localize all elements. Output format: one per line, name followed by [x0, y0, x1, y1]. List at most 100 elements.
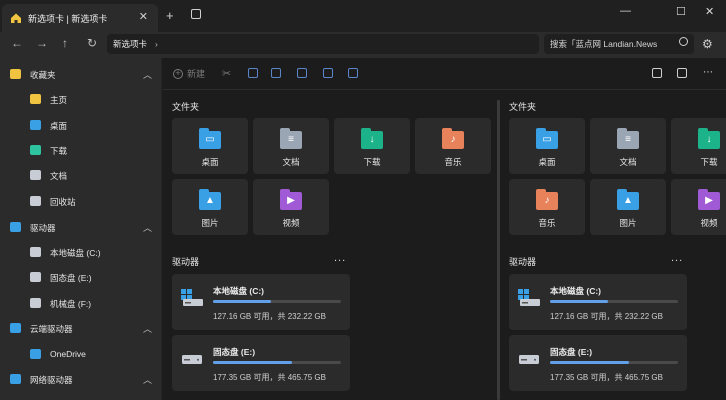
folder-tile[interactable]: ↓ 下载 [671, 118, 726, 174]
folder-glyph: ▶ [287, 195, 295, 206]
minimize-button[interactable]: — [620, 5, 631, 17]
tab-close-icon[interactable]: ✕ [139, 10, 148, 23]
sidebar-item-label: 下载 [50, 146, 68, 156]
sidebar-item[interactable]: 桌面 [0, 113, 162, 137]
maximize-button[interactable]: ☐ [676, 5, 686, 18]
tab-new-tab[interactable]: 新选项卡 | 新选项卡 ✕ [2, 4, 158, 32]
folder-tile[interactable]: ↓ 下载 [334, 118, 410, 174]
drive-card[interactable]: 固态盘 (E:) 177.35 GB 可用，共 465.75 GB [172, 335, 350, 391]
folder-label: 视频 [282, 218, 300, 228]
home-icon [11, 13, 21, 23]
folder-tile[interactable]: ▭ 桌面 [172, 118, 248, 174]
close-window-button[interactable]: ✕ [705, 5, 714, 18]
sidebar-item[interactable]: 机械盘 (F:) [0, 291, 162, 315]
folder-label: 音乐 [538, 218, 556, 228]
drive-space-text: 127.16 GB 可用，共 232.22 GB [550, 312, 663, 321]
sidebar-item[interactable]: 本地磁盘 (C:) [0, 240, 162, 264]
drive-icon [518, 350, 540, 368]
search-placeholder: 搜索「蓝点网 Landian.News [550, 39, 658, 49]
sidebar-item[interactable]: 固态盘 (E:) [0, 265, 162, 289]
downloads-folder-icon: ↓ [361, 128, 383, 149]
sidebar-item[interactable]: 下载 [0, 138, 162, 162]
sidebar-item-label: 网络驱动器 [30, 375, 73, 385]
documents-folder-icon: ≡ [280, 128, 302, 149]
drive-usage-fill [213, 300, 271, 303]
sidebar-item[interactable]: 驱动器 ︿ [0, 215, 162, 239]
folder-tile[interactable]: ≡ 文档 [590, 118, 666, 174]
folders-section-title: 文件夹 [172, 102, 200, 112]
file-pane: 文件夹 ▭ 桌面 ≡ 文档 ↓ 下载 ♪ 音乐 ▲ 图片 ▶ 视频 驱动器... 本地磁盘 (C:) 127.… [509, 58, 726, 400]
sidebar-item[interactable]: 网络驱动器 ︿ [0, 367, 162, 391]
music-folder-icon: ♪ [536, 189, 558, 210]
folder-glyph: ▭ [205, 134, 215, 145]
title-bar: 新选项卡 | 新选项卡 ✕ + — ☐ ✕ [0, 0, 726, 32]
folder-tile[interactable]: ▶ 视频 [253, 179, 329, 235]
folder-tile[interactable]: ▲ 图片 [172, 179, 248, 235]
folder-glyph: ↓ [706, 134, 712, 145]
drive-usage-bar [213, 361, 341, 364]
drives-more-button[interactable]: ... [334, 252, 346, 264]
folder-glyph: ↓ [369, 134, 375, 145]
address-bar[interactable]: 新选项卡 › [107, 34, 539, 54]
drive-name: 本地磁盘 (C:) [213, 286, 264, 296]
pictures-folder-icon: ▲ [617, 189, 639, 210]
drive-space-text: 177.35 GB 可用，共 465.75 GB [213, 373, 326, 382]
folder-label: 图片 [619, 218, 637, 228]
refresh-button[interactable]: ↻ [87, 36, 97, 50]
drives-section-title: 驱动器 [509, 257, 537, 267]
drive-usage-fill [550, 361, 630, 364]
chevron-up-icon[interactable]: ︿ [143, 373, 152, 386]
drive-usage-fill [550, 300, 608, 303]
document-icon [30, 170, 41, 180]
sidebar-item-label: 桌面 [50, 121, 68, 131]
back-button[interactable]: ← [11, 36, 23, 50]
forward-button[interactable]: → [36, 36, 48, 50]
documents-folder-icon: ≡ [617, 128, 639, 149]
navigation-bar: ← → ↑ ↻ 新选项卡 › 搜索「蓝点网 Landian.News ⚙ [0, 32, 726, 58]
chevron-up-icon[interactable]: ︿ [143, 322, 152, 335]
windows-drive-icon [181, 289, 203, 307]
main-content: + 新建 ✂ ⋯ 文件夹 ▭ 桌面 ≡ 文档 ↓ 下载 ♪ 音乐 ▲ 图片 ▶ 视频 驱动器... 本地磁盘… [163, 58, 726, 400]
search-icon[interactable] [679, 37, 688, 46]
breadcrumb[interactable]: 新选项卡 [113, 38, 147, 50]
folder-tile[interactable]: ♪ 音乐 [415, 118, 491, 174]
folder-tile[interactable]: ▭ 桌面 [509, 118, 585, 174]
sidebar-item[interactable]: 主页 [0, 87, 162, 111]
videos-folder-icon: ▶ [280, 189, 302, 210]
sidebar-item[interactable]: 文档 [0, 163, 162, 187]
sidebar-item-label: 云端驱动器 [30, 324, 73, 334]
drive-icon [30, 298, 41, 308]
recycle-bin-icon [30, 196, 41, 206]
drive-card[interactable]: 本地磁盘 (C:) 127.16 GB 可用，共 232.22 GB [509, 274, 687, 330]
settings-gear-icon[interactable]: ⚙ [702, 37, 713, 51]
folder-glyph: ♪ [450, 134, 456, 145]
desktop-folder-icon: ▭ [199, 128, 221, 149]
sidebar-item[interactable]: 回收站 [0, 189, 162, 213]
folder-label: 音乐 [444, 157, 462, 167]
sidebar-item[interactable]: 云端驱动器 ︿ [0, 316, 162, 340]
sidebar-item[interactable]: 收藏夹 ︿ [0, 62, 162, 86]
folder-tile[interactable]: ▲ 图片 [590, 179, 666, 235]
home-icon [30, 94, 41, 104]
folder-tile[interactable]: ≡ 文档 [253, 118, 329, 174]
folder-label: 图片 [201, 218, 219, 228]
folder-label: 桌面 [538, 157, 556, 167]
drives-more-button[interactable]: ... [671, 252, 683, 264]
folder-tile[interactable]: ▶ 视频 [671, 179, 726, 235]
sidebar-item[interactable]: OneDrive [0, 342, 162, 366]
chevron-up-icon[interactable]: ︿ [143, 68, 152, 81]
tab-list-icon[interactable] [191, 9, 201, 19]
drive-card[interactable]: 固态盘 (E:) 177.35 GB 可用，共 465.75 GB [509, 335, 687, 391]
download-icon [30, 145, 41, 155]
chevron-up-icon[interactable]: ︿ [143, 221, 152, 234]
drive-card[interactable]: 本地磁盘 (C:) 127.16 GB 可用，共 232.22 GB [172, 274, 350, 330]
network-icon [10, 374, 21, 384]
windows-drive-icon [518, 289, 540, 307]
folder-tile[interactable]: ♪ 音乐 [509, 179, 585, 235]
pictures-folder-icon: ▲ [199, 189, 221, 210]
new-tab-button[interactable]: + [166, 8, 174, 23]
up-button[interactable]: ↑ [62, 36, 68, 50]
search-input[interactable]: 搜索「蓝点网 Landian.News [544, 34, 694, 54]
onedrive-icon [30, 349, 41, 359]
drive-icon [30, 272, 41, 282]
